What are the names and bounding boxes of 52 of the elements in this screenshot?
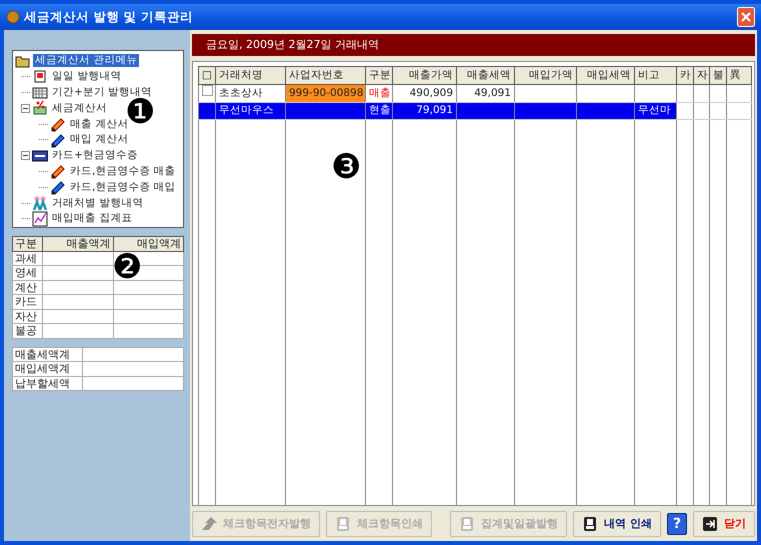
row-label: 영세 [12, 266, 42, 280]
row-label: 카드 [12, 294, 42, 309]
help-button[interactable]: ? [667, 513, 687, 535]
tree-item[interactable]: 매입매출 집계표 [50, 212, 134, 226]
column-header[interactable]: 자 [694, 66, 710, 84]
tree-item[interactable]: 카드,현금영수증 매입 [68, 180, 178, 194]
column-header[interactable]: 거래처명 [216, 66, 286, 84]
column-header[interactable]: 매출가액 [392, 66, 456, 84]
table-cell: 무선마 [634, 102, 676, 120]
column-header[interactable]: 구분 [366, 66, 392, 84]
column-header[interactable]: 불 [710, 66, 726, 84]
table-cell: 999-90-00898 [286, 84, 366, 102]
row-label: 매입세액계 [12, 362, 82, 376]
tree-item[interactable]: 카드,현금영수증 매출 [68, 164, 178, 178]
table-cell: 초초상사 [216, 84, 286, 102]
column-header[interactable]: 사업자번호 [286, 66, 366, 84]
tree-item[interactable]: 매입 계산서 [68, 133, 130, 146]
number-marker: ❸ [331, 150, 362, 184]
column-header[interactable]: 매입가액 [514, 66, 576, 84]
column-header[interactable]: 카 [676, 66, 694, 84]
action-button[interactable]: 내역 인쇄 [573, 511, 661, 537]
tree-item[interactable]: 거래처별 발행내역 [50, 196, 146, 210]
column-header[interactable]: 異 [726, 66, 752, 84]
row-label: 과세 [12, 251, 42, 266]
tree-item[interactable]: 세금계산서 관리메뉴 [33, 54, 140, 68]
table-row[interactable]: 초초상사 999-90-00898 매출 490,909 49,091 [198, 84, 752, 102]
action-button[interactable]: 닫기 [693, 511, 755, 537]
number-marker: ❷ [112, 250, 142, 284]
window-title: 세금계산서 발행 및 기록관리 [24, 8, 194, 26]
table-cell: 무선마우스 [216, 102, 286, 120]
column-header: 매출액계 [42, 236, 113, 251]
row-label: 불공 [12, 324, 42, 338]
table-row[interactable]: 무선마우스 현출 79,091 무선마 [198, 102, 752, 120]
row-label: 계산 [12, 280, 42, 294]
column-header[interactable]: □ [198, 66, 216, 84]
tree-item[interactable]: 세금계산서 [50, 102, 109, 115]
table-cell: 49,091 [456, 84, 514, 102]
column-header: 매입액계 [113, 236, 184, 251]
column-header[interactable]: 매출세액 [456, 66, 514, 84]
table-cell: 79,091 [392, 102, 456, 120]
table-cell: 현출 [366, 102, 392, 120]
tree-item[interactable]: 일일 발행내역 [50, 70, 124, 84]
row-label: 납부할세액 [12, 376, 82, 390]
date-heading: 금요일, 2009년 2월27일 거래내역 [206, 36, 379, 53]
table-cell: 매출 [366, 84, 392, 102]
row-label: 자산 [12, 309, 42, 324]
column-header[interactable]: 매입세액 [576, 66, 634, 84]
column-header: 구분 [12, 236, 42, 251]
column-header[interactable]: 비고 [634, 66, 676, 84]
row-label: 매출세액계 [12, 347, 82, 362]
tree-item[interactable]: 카드+현금영수증 [50, 149, 140, 162]
table-cell: 490,909 [392, 84, 456, 102]
